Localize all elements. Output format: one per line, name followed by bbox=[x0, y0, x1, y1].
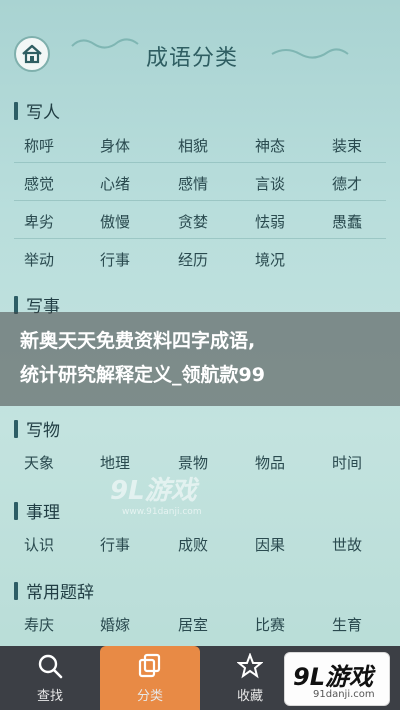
tab-label: 查找 bbox=[36, 688, 63, 704]
category-item[interactable]: 傲慢 bbox=[100, 211, 164, 232]
home-icon bbox=[22, 44, 42, 64]
section-marker bbox=[14, 101, 18, 120]
section-title-xieren: 写人 bbox=[14, 98, 60, 123]
category-item[interactable]: 寿庆 bbox=[24, 614, 88, 635]
category-item[interactable]: 相貌 bbox=[178, 135, 242, 156]
category-item[interactable]: 经历 bbox=[178, 249, 242, 270]
category-item[interactable]: 居室 bbox=[178, 614, 242, 635]
row-divider bbox=[14, 200, 386, 201]
category-item[interactable]: 感情 bbox=[178, 173, 242, 194]
category-item[interactable]: 愚蠢 bbox=[332, 211, 396, 232]
section-label: 事理 bbox=[26, 503, 60, 523]
category-item[interactable]: 卑劣 bbox=[24, 211, 88, 232]
category-item[interactable]: 成败 bbox=[178, 534, 242, 555]
category-item[interactable]: 婚嫁 bbox=[100, 614, 164, 635]
banner-line-2: 统计研究解释定义_领航款99 bbox=[20, 364, 265, 386]
category-item[interactable]: 境况 bbox=[255, 249, 319, 270]
section-label: 写人 bbox=[26, 103, 60, 123]
tab-label: 收藏 bbox=[236, 688, 263, 704]
category-item[interactable]: 言谈 bbox=[255, 173, 319, 194]
cloud-decoration-icon bbox=[71, 38, 139, 49]
category-item[interactable]: 神态 bbox=[255, 135, 319, 156]
section-title-shili: 事理 bbox=[14, 498, 60, 523]
section-marker bbox=[14, 295, 18, 314]
section-marker bbox=[14, 419, 18, 438]
watermark-main: 9L游戏 bbox=[110, 476, 197, 506]
row-divider bbox=[14, 238, 386, 239]
banner-line-1: 新奥天天免费资料四字成语, bbox=[20, 330, 256, 352]
tab-search[interactable]: 查找 bbox=[0, 646, 100, 710]
home-button[interactable] bbox=[14, 36, 50, 72]
category-item[interactable]: 因果 bbox=[255, 534, 319, 555]
section-marker bbox=[14, 581, 18, 600]
tab-category[interactable]: 分类 bbox=[100, 646, 200, 710]
category-item[interactable]: 举动 bbox=[24, 249, 88, 270]
section-label: 常用题辞 bbox=[26, 583, 94, 603]
logo-sub: 91danji.com bbox=[313, 689, 375, 700]
category-item[interactable]: 装束 bbox=[332, 135, 396, 156]
category-item[interactable]: 身体 bbox=[100, 135, 164, 156]
category-item[interactable]: 比赛 bbox=[255, 614, 319, 635]
watermark-sub: www.91danji.com bbox=[122, 507, 202, 517]
category-item[interactable]: 称呼 bbox=[24, 135, 88, 156]
category-item[interactable]: 贪婪 bbox=[178, 211, 242, 232]
category-icon bbox=[138, 653, 161, 677]
section-label: 写物 bbox=[26, 421, 60, 441]
page-title: 成语分类 bbox=[146, 46, 239, 71]
category-item[interactable]: 怯弱 bbox=[255, 211, 319, 232]
search-icon bbox=[38, 654, 63, 678]
category-item[interactable]: 物品 bbox=[255, 452, 319, 473]
category-item[interactable]: 感觉 bbox=[24, 173, 88, 194]
section-title-changyong: 常用题辞 bbox=[14, 578, 94, 603]
category-item[interactable]: 行事 bbox=[100, 534, 164, 555]
category-item[interactable]: 行事 bbox=[100, 249, 164, 270]
section-marker bbox=[14, 501, 18, 520]
watermark: 9L游戏 www.91danji.com bbox=[110, 470, 202, 517]
category-item[interactable]: 认识 bbox=[24, 534, 88, 555]
tab-label: 分类 bbox=[136, 688, 163, 704]
category-item[interactable]: 生育 bbox=[332, 614, 396, 635]
category-item[interactable]: 时间 bbox=[332, 452, 396, 473]
category-item[interactable]: 心绪 bbox=[100, 173, 164, 194]
overlay-banner: 新奥天天免费资料四字成语, 统计研究解释定义_领航款99 bbox=[0, 312, 400, 406]
cloud-decoration-icon bbox=[271, 48, 349, 59]
site-logo: 9L游戏 91danji.com bbox=[284, 652, 390, 706]
category-item[interactable]: 德才 bbox=[332, 173, 396, 194]
header: 成语分类 bbox=[0, 0, 400, 90]
logo-main: 9L游戏 bbox=[293, 663, 373, 691]
section-title-xiewu: 写物 bbox=[14, 416, 60, 441]
category-item[interactable]: 天象 bbox=[24, 452, 88, 473]
star-icon bbox=[237, 652, 263, 678]
row-divider bbox=[14, 162, 386, 163]
category-item[interactable]: 世故 bbox=[332, 534, 396, 555]
